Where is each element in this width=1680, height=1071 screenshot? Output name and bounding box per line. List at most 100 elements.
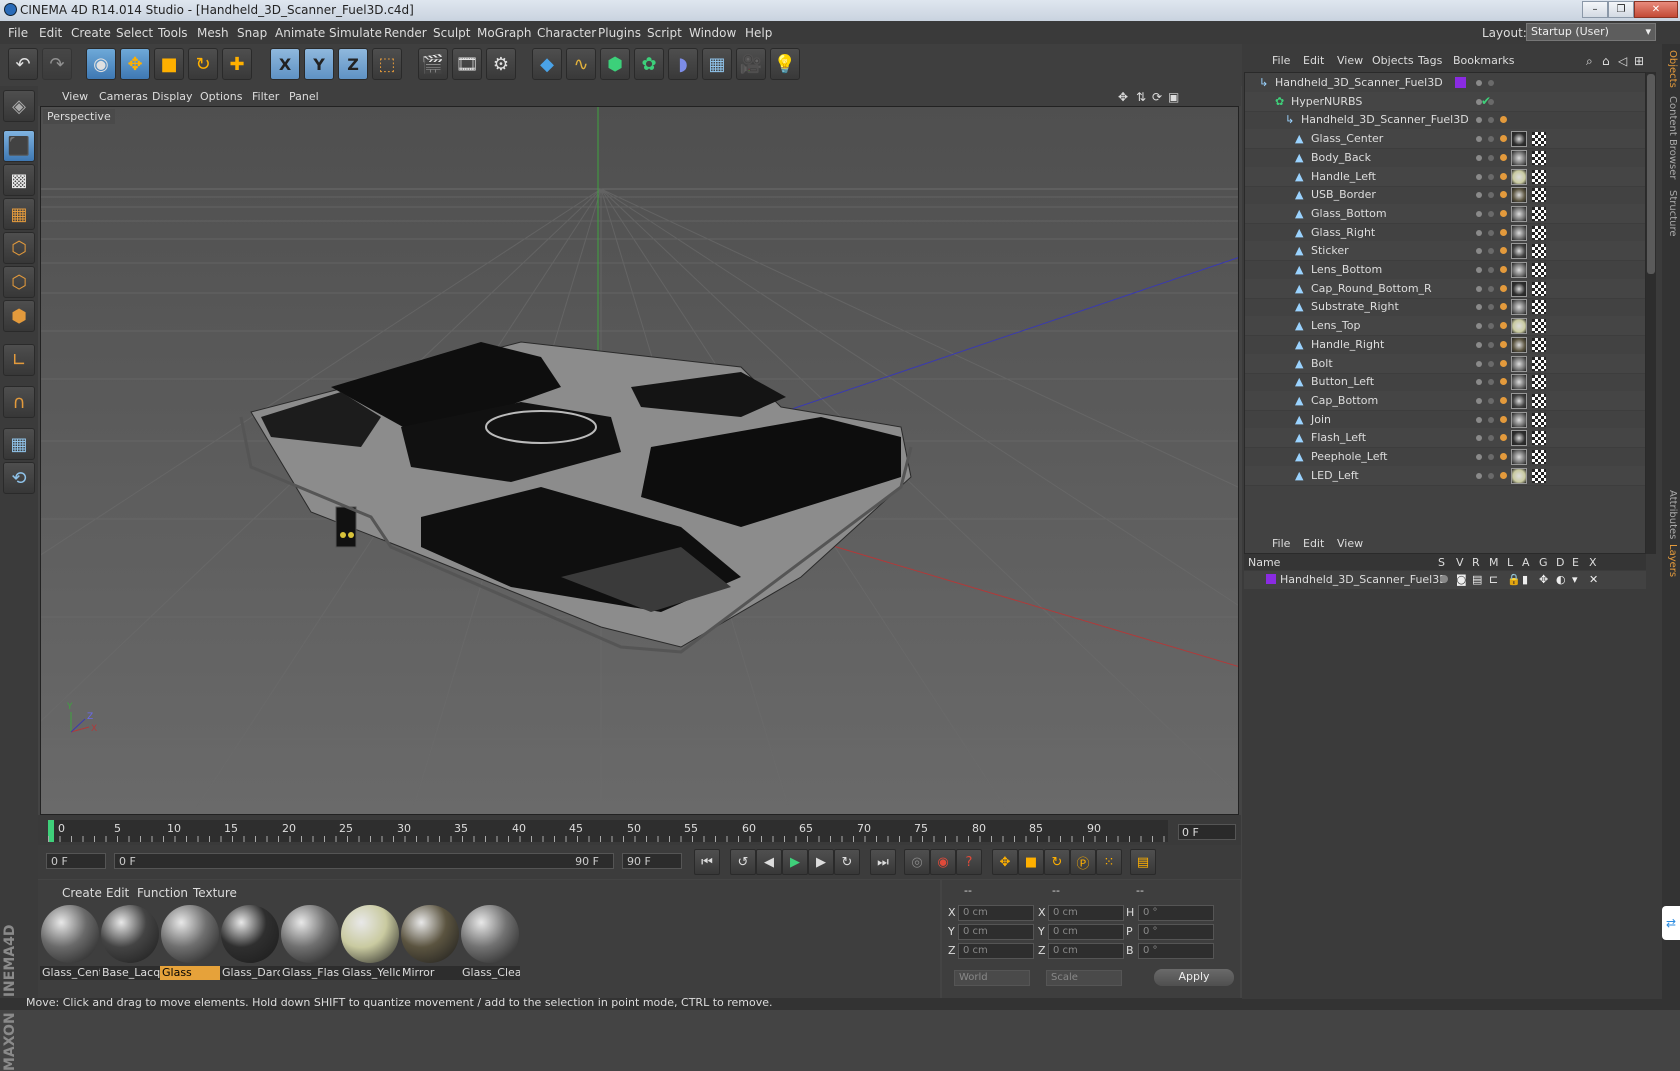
layer-solo-icon[interactable] [1440, 575, 1448, 583]
position-y-field[interactable]: 0 cm [958, 924, 1034, 940]
back-icon[interactable]: ◁ [1618, 54, 1627, 68]
size-y-field[interactable]: 0 cm [1048, 924, 1124, 940]
editor-visibility-dot[interactable] [1476, 154, 1482, 161]
material-tag-icon[interactable] [1511, 430, 1527, 447]
render-visibility-dot[interactable] [1488, 248, 1494, 255]
editor-visibility-dot[interactable] [1476, 304, 1482, 311]
object-name[interactable]: Glass_Right [1311, 226, 1375, 239]
object-row[interactable]: ▲ LED_Left [1245, 465, 1645, 486]
phong-tag-icon[interactable] [1500, 209, 1507, 217]
make-editable-icon[interactable]: ◈ [3, 90, 35, 122]
next-key-icon[interactable]: ↻ [834, 849, 860, 875]
uvw-tag-icon[interactable] [1532, 169, 1546, 184]
subdivision-icon[interactable]: ⬢ [600, 48, 630, 80]
viewport-zoom-icon[interactable]: ⇅ [1136, 90, 1146, 104]
render-visibility-dot[interactable] [1488, 397, 1494, 404]
viewport-menu-view[interactable]: View [62, 90, 88, 103]
minimize-button[interactable]: – [1582, 1, 1608, 18]
texture-mode-icon[interactable]: ▩ [3, 164, 35, 196]
object-row[interactable]: ▲ Glass_Right [1245, 223, 1645, 243]
record-keys-icon[interactable]: ◎ [904, 849, 930, 875]
object-name[interactable]: Body_Back [1311, 151, 1371, 164]
object-row[interactable]: ▲ Substrate_Right [1245, 297, 1645, 318]
camera-icon[interactable]: 🎥 [736, 48, 766, 80]
material-name[interactable]: Glass_Cent [40, 966, 100, 980]
grid-lock-icon[interactable]: ▦ [3, 428, 35, 460]
menu-edit[interactable]: Edit [39, 26, 62, 40]
object-name[interactable]: LED_Left [1311, 469, 1359, 482]
menu-create[interactable]: Create [71, 26, 111, 40]
menu-window[interactable]: Window [689, 26, 736, 40]
spline-pen-icon[interactable]: ∿ [566, 48, 596, 80]
object-row[interactable]: ▲ Handle_Right [1245, 335, 1645, 355]
layer-expressions-icon[interactable]: ▾ [1572, 573, 1578, 586]
material-tag-icon[interactable] [1511, 318, 1527, 335]
menu-select[interactable]: Select [116, 26, 153, 40]
layer-color-swatch[interactable] [1266, 574, 1276, 584]
material-tag-icon[interactable] [1511, 449, 1527, 465]
object-name[interactable]: USB_Border [1311, 188, 1376, 201]
material-swatch[interactable]: Glass_Darc [220, 904, 280, 980]
object-row[interactable]: ▲ Join [1245, 410, 1645, 430]
menu-file[interactable]: File [8, 26, 28, 40]
editor-visibility-dot[interactable] [1476, 192, 1482, 199]
menu-animate[interactable]: Animate [275, 26, 325, 40]
material-swatch[interactable]: Glass_Cent [40, 904, 100, 980]
x-axis-icon[interactable]: X [270, 48, 300, 80]
editor-visibility-dot[interactable] [1476, 379, 1482, 386]
home-icon[interactable]: ⌂ [1602, 54, 1610, 68]
render-settings-icon[interactable]: ⚙ [486, 48, 516, 80]
undo-icon[interactable]: ↶ [8, 48, 38, 80]
object-name[interactable]: Cap_Round_Bottom_R [1311, 282, 1432, 295]
tab-layers[interactable]: Layers [1667, 544, 1678, 577]
material-tag-icon[interactable] [1511, 392, 1527, 409]
material-tag-icon[interactable] [1511, 280, 1527, 297]
editor-visibility-dot[interactable] [1476, 248, 1482, 255]
object-row[interactable]: ▲ Bolt [1245, 353, 1645, 374]
phong-tag-icon[interactable] [1500, 191, 1507, 199]
material-tag-icon[interactable] [1511, 205, 1527, 222]
render-visibility-dot[interactable] [1488, 379, 1494, 386]
next-frame-icon[interactable]: ▶ [808, 849, 834, 875]
material-tag-icon[interactable] [1511, 149, 1527, 166]
uvw-tag-icon[interactable] [1532, 132, 1546, 147]
layer-deformers-icon[interactable]: ◐ [1556, 573, 1566, 586]
uvw-tag-icon[interactable] [1532, 225, 1546, 240]
object-name[interactable]: Glass_Bottom [1311, 207, 1387, 220]
editor-visibility-dot[interactable] [1476, 210, 1482, 217]
material-tag-icon[interactable] [1511, 411, 1527, 428]
scale-icon[interactable]: ■ [154, 48, 184, 80]
material-swatch[interactable]: Glass [160, 904, 220, 980]
key-scale-icon[interactable]: ■ [1018, 849, 1044, 875]
render-visibility-dot[interactable] [1488, 192, 1494, 199]
material-name[interactable]: Glass_Flash [280, 966, 340, 980]
material-menu-function[interactable]: Function [137, 886, 188, 900]
object-name[interactable]: Lens_Bottom [1311, 263, 1382, 276]
editor-visibility-dot[interactable] [1476, 173, 1482, 180]
viewport-menu-options[interactable]: Options [200, 90, 242, 103]
viewport-menu-cameras[interactable]: Cameras [99, 90, 148, 103]
phong-tag-icon[interactable] [1500, 471, 1507, 479]
scrollbar-thumb[interactable] [1647, 74, 1655, 274]
obj-menu-objects[interactable]: Objects [1372, 54, 1414, 67]
tab-structure[interactable]: Structure [1667, 190, 1678, 237]
object-row[interactable]: ▲ Sticker [1245, 241, 1645, 262]
apply-button[interactable]: Apply [1154, 969, 1234, 986]
key-rotation-icon[interactable]: ↻ [1044, 849, 1070, 875]
uvw-tag-icon[interactable] [1532, 188, 1546, 203]
new-window-icon[interactable]: ⊞ [1634, 54, 1644, 68]
phong-tag-icon[interactable] [1500, 135, 1507, 143]
position-z-field[interactable]: 0 cm [958, 943, 1034, 959]
add-icon[interactable]: ✚ [222, 48, 252, 80]
object-row[interactable]: ▲ Lens_Top [1245, 316, 1645, 337]
obj-menu-edit[interactable]: Edit [1303, 54, 1324, 67]
key-parameter-icon[interactable]: Ⓟ [1070, 849, 1096, 875]
editor-visibility-dot[interactable] [1476, 360, 1482, 367]
material-tag-icon[interactable] [1511, 168, 1527, 185]
teamviewer-icon[interactable]: ⇄ [1662, 906, 1680, 940]
material-name[interactable]: Glass_Darc [220, 966, 280, 980]
object-row[interactable]: ▲ Glass_Center [1245, 129, 1645, 150]
phong-tag-icon[interactable] [1500, 116, 1507, 124]
uvw-tag-icon[interactable] [1532, 468, 1546, 483]
material-swatch[interactable]: Glass_Flash [280, 904, 340, 980]
